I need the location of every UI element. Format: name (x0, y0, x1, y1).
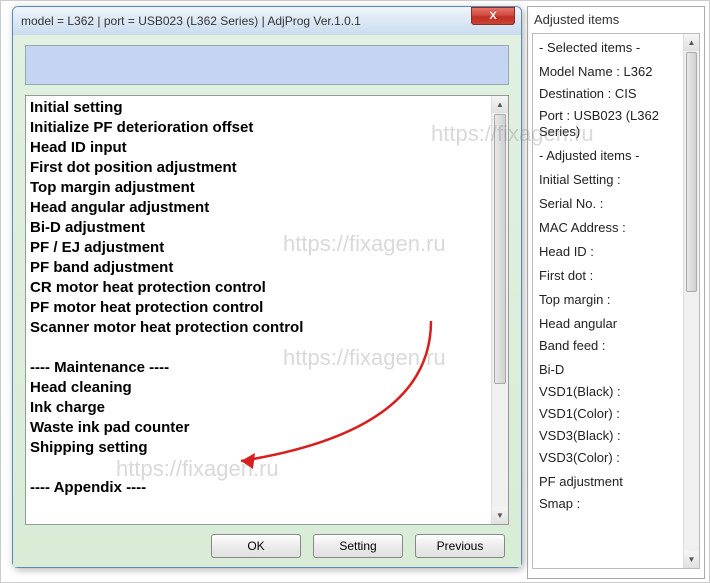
side-scroll-thumb[interactable] (686, 52, 697, 292)
list-item[interactable]: Head angular adjustment (30, 198, 487, 218)
list-item[interactable]: Head ID input (30, 138, 487, 158)
list-item[interactable]: PF motor heat protection control (30, 298, 487, 318)
list-item[interactable]: Initialize PF deterioration offset (30, 118, 487, 138)
adjusted-items-panel: Adjusted items - Selected items - Model … (527, 6, 705, 579)
list-item[interactable]: CR motor heat protection control (30, 278, 487, 298)
scroll-up-icon[interactable]: ▲ (492, 96, 508, 113)
adjusted-items-content: - Selected items - Model Name : L362 Des… (532, 33, 700, 569)
bi-d: Bi-D (539, 362, 693, 378)
mac-address: MAC Address : (539, 220, 693, 236)
list-item[interactable]: Bi-D adjustment (30, 218, 487, 238)
head-id: Head ID : (539, 244, 693, 260)
top-margin: Top margin : (539, 292, 693, 308)
adjprog-dialog: model = L362 | port = USB023 (L362 Serie… (12, 6, 522, 568)
selected-header: - Selected items - (539, 40, 693, 56)
vsd1-color: VSD1(Color) : (539, 406, 693, 422)
list-item[interactable]: Head cleaning (30, 378, 487, 398)
previous-button[interactable]: Previous (415, 534, 505, 558)
list-item[interactable]: Waste ink pad counter (30, 418, 487, 438)
list-scrollbar[interactable]: ▲ ▼ (491, 96, 508, 524)
list-item[interactable]: ---- Maintenance ---- (30, 358, 487, 378)
list-item[interactable]: PF / EJ adjustment (30, 238, 487, 258)
button-row: OK Setting Previous (25, 525, 509, 559)
vsd1-black: VSD1(Black) : (539, 384, 693, 400)
adjusted-items-title: Adjusted items (528, 10, 704, 33)
serial-no: Serial No. : (539, 196, 693, 212)
destination: Destination : CIS (539, 86, 693, 102)
info-panel (25, 45, 509, 85)
vsd3-black: VSD3(Black) : (539, 428, 693, 444)
scroll-thumb[interactable] (494, 114, 506, 384)
model-name: Model Name : L362 (539, 64, 693, 80)
smap: Smap : (539, 496, 693, 512)
vsd3-color: VSD3(Color) : (539, 450, 693, 466)
first-dot: First dot : (539, 268, 693, 284)
list-item[interactable]: Top margin adjustment (30, 178, 487, 198)
pf-adjustment: PF adjustment (539, 474, 693, 490)
list-item[interactable]: PF band adjustment (30, 258, 487, 278)
adjustment-listbox[interactable]: Initial settingInitialize PF deteriorati… (25, 95, 509, 525)
ok-button[interactable]: OK (211, 534, 301, 558)
scroll-down-icon[interactable]: ▼ (492, 507, 508, 524)
side-scroll-down-icon[interactable]: ▼ (684, 551, 699, 568)
list-item[interactable]: Shipping setting (30, 438, 487, 458)
list-item[interactable]: First dot position adjustment (30, 158, 487, 178)
list-item[interactable]: ---- Appendix ---- (30, 478, 487, 498)
side-scroll-up-icon[interactable]: ▲ (684, 34, 699, 51)
list-item[interactable]: Initial setting (30, 98, 487, 118)
setting-button[interactable]: Setting (313, 534, 403, 558)
close-icon: X (489, 10, 496, 22)
head-angular: Head angular (539, 316, 693, 332)
titlebar[interactable]: model = L362 | port = USB023 (L362 Serie… (13, 7, 521, 35)
initial-setting: Initial Setting : (539, 172, 693, 188)
list-item[interactable]: Scanner motor heat protection control (30, 318, 487, 338)
close-button[interactable]: X (471, 7, 515, 25)
dialog-body: Initial settingInitialize PF deteriorati… (13, 35, 521, 567)
window-title: model = L362 | port = USB023 (L362 Serie… (21, 14, 361, 28)
port: Port : USB023 (L362 Series) (539, 108, 693, 140)
side-scrollbar[interactable]: ▲ ▼ (683, 34, 699, 568)
list-item[interactable]: Ink charge (30, 398, 487, 418)
band-feed: Band feed : (539, 338, 693, 354)
adjusted-header: - Adjusted items - (539, 148, 693, 164)
